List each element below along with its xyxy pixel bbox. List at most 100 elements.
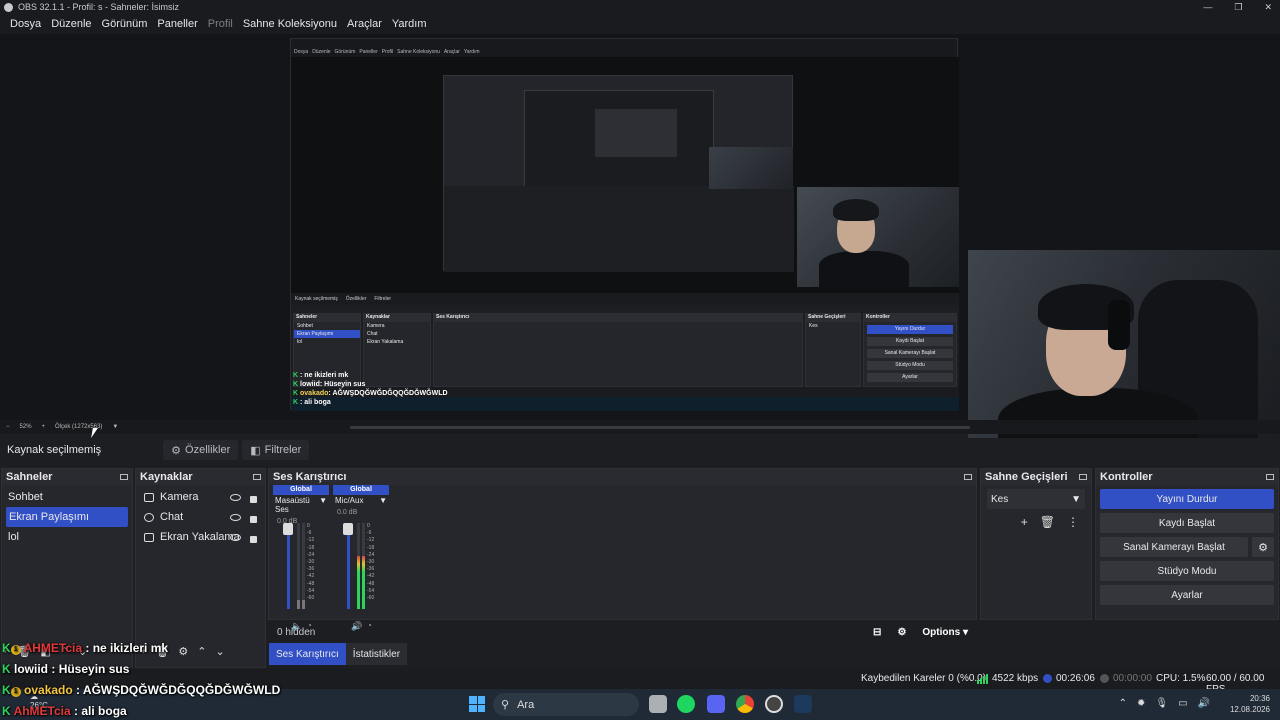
filter-icon: ◧ xyxy=(250,444,261,457)
close-icon[interactable]: ✕ xyxy=(1264,2,1272,13)
volume-slider[interactable] xyxy=(347,523,350,609)
windows-start-icon[interactable] xyxy=(469,696,485,712)
undock-icon[interactable] xyxy=(1266,474,1274,480)
chrome-icon[interactable] xyxy=(736,695,754,713)
menu-file[interactable]: Dosya xyxy=(5,18,46,30)
chat-text: : ali boga xyxy=(74,704,127,718)
tab-stats[interactable]: İstatistikler xyxy=(345,643,408,665)
preview-scrollbar[interactable] xyxy=(350,426,970,429)
lock-icon[interactable] xyxy=(250,536,257,543)
search-icon: ⚲ xyxy=(501,699,510,711)
nested-controls-dock: Kontroller Yayını Durdur Kaydı Başlat Sa… xyxy=(863,313,957,387)
tab-audio-mixer[interactable]: Ses Karıştırıcı xyxy=(269,643,346,665)
bitrate: 4522 kbps xyxy=(977,673,1038,684)
volume-icon[interactable]: 🔊 xyxy=(1198,698,1210,709)
menu-view[interactable]: Görünüm xyxy=(97,18,153,30)
advanced-audio-icon[interactable]: ⚙ xyxy=(897,627,906,638)
settings-button[interactable]: Ayarlar xyxy=(1100,585,1274,605)
trash-icon[interactable]: 🗑 xyxy=(1040,515,1055,529)
channel-menu-icon[interactable]: ▼ xyxy=(379,496,387,505)
discord-icon[interactable] xyxy=(707,695,725,713)
eye-icon[interactable] xyxy=(230,513,241,521)
preview-canvas[interactable]: Dosya Düzenle Görünüm Paneller Profil Sahne K… xyxy=(0,34,1280,448)
monitor-icon xyxy=(144,532,154,542)
menu-edit[interactable]: Düzenle xyxy=(46,18,96,30)
taskbar-clock[interactable]: 20:36 12.08.2026 xyxy=(1230,693,1270,715)
menu-docks[interactable]: Paneller xyxy=(152,18,202,30)
stop-stream-button[interactable]: Yayını Durdur xyxy=(1100,489,1274,509)
task-view-icon[interactable] xyxy=(649,695,667,713)
controls-title: Kontroller xyxy=(1100,471,1153,483)
eye-icon[interactable] xyxy=(230,493,241,501)
properties-button[interactable]: ⚙ Özellikler xyxy=(163,440,239,460)
studio-mode-button[interactable]: Stüdyo Modu xyxy=(1100,561,1274,581)
undock-icon[interactable] xyxy=(253,474,261,480)
nested-webcam-small xyxy=(709,147,793,189)
channel-db: 0.0 dB xyxy=(277,518,298,525)
undock-icon[interactable] xyxy=(120,474,128,480)
hidden-count: 0 hidden xyxy=(277,626,316,638)
menu-tools[interactable]: Araçlar xyxy=(342,18,387,30)
layout-icon[interactable]: ⊟ xyxy=(873,627,881,638)
virtual-camera-button[interactable]: Sanal Kamerayı Başlat xyxy=(1100,537,1248,557)
menu-profile[interactable]: Profil xyxy=(203,18,238,30)
source-item[interactable]: Chat xyxy=(136,507,265,527)
audio-mixer-dock: Ses Karıştırıcı Global Masaüstü Ses ▼ 0.0… xyxy=(268,468,977,631)
obs-icon[interactable] xyxy=(765,695,783,713)
steam-icon[interactable] xyxy=(794,695,812,713)
badge-icon: 1 xyxy=(10,645,21,655)
zoom-in-button[interactable]: + xyxy=(42,424,46,430)
maximize-icon[interactable]: ❐ xyxy=(1234,2,1242,13)
nested-inner-capture-3 xyxy=(595,109,677,157)
mic-icon[interactable]: 🎙 xyxy=(1155,698,1168,709)
meter-level xyxy=(357,555,360,609)
chevron-down-icon: ▼ xyxy=(1071,493,1081,505)
mixer-tabs: Ses Karıştırıcı İstatistikler xyxy=(269,643,408,665)
eye-icon[interactable] xyxy=(230,533,241,541)
spotify-icon[interactable] xyxy=(677,695,695,713)
chat-user: ovakado xyxy=(24,683,73,697)
channel-menu-icon[interactable]: ▼ xyxy=(319,496,327,514)
transitions-dock: Sahne Geçişleri Kes ▼ + 🗑 ⋮ xyxy=(980,468,1092,620)
lock-icon[interactable] xyxy=(250,496,257,503)
mixer-footer: 0 hidden ⊟ ⚙ Options ▾ xyxy=(269,623,976,641)
mouse-cursor-icon xyxy=(91,428,98,438)
scene-item[interactable]: Sohbet xyxy=(2,487,132,507)
webcam-source xyxy=(968,250,1280,448)
source-item[interactable]: Kamera xyxy=(136,487,265,507)
undock-icon[interactable] xyxy=(1079,474,1087,480)
chevron-up-icon[interactable]: ⌃ xyxy=(1119,698,1127,709)
channel-db: 0.0 dB xyxy=(337,509,358,516)
undock-icon[interactable] xyxy=(964,474,972,480)
chat-user: lowiid xyxy=(14,662,49,676)
menu-help[interactable]: Yardım xyxy=(387,18,432,30)
level-meter xyxy=(362,523,365,609)
volume-slider[interactable] xyxy=(287,523,290,609)
system-tray: ⌃ ✹ 🎙 ▭ 🔊 xyxy=(1119,698,1210,709)
badge-icon: 1 xyxy=(10,687,21,697)
monitor-tray-icon[interactable]: ▭ xyxy=(1178,698,1187,709)
scene-item[interactable]: lol xyxy=(2,527,132,547)
chat-text: : AĞWŞDQĞWĞDĞQQĞDĞWĞWLD xyxy=(76,683,281,697)
zoom-dropdown-icon[interactable]: ▼ xyxy=(112,424,118,430)
source-item[interactable]: Ekran Yakalama xyxy=(136,527,265,547)
filters-button[interactable]: ◧ Filtreler xyxy=(242,440,310,460)
zoom-out-button[interactable]: − xyxy=(6,424,10,430)
more-icon[interactable]: ⋮ xyxy=(1067,515,1079,529)
add-icon[interactable]: + xyxy=(1021,515,1028,529)
options-button[interactable]: Options ▾ xyxy=(922,627,968,638)
settings-tray-icon[interactable]: ✹ xyxy=(1137,698,1145,709)
nested-chat: K : ne ikizleri mk K lowiid: Hüseyin sus… xyxy=(293,372,448,406)
kick-icon: K xyxy=(2,641,11,655)
nested-obs-capture: Dosya Düzenle Görünüm Paneller Profil Sahne K… xyxy=(290,38,959,411)
gear-icon[interactable]: ⚙ xyxy=(1252,537,1274,557)
scene-item-selected[interactable]: Ekran Paylaşımı xyxy=(6,507,128,527)
volume-knob[interactable] xyxy=(283,523,293,535)
menu-scene-collection[interactable]: Sahne Koleksiyonu xyxy=(238,18,342,30)
start-record-button[interactable]: Kaydı Başlat xyxy=(1100,513,1274,533)
volume-knob[interactable] xyxy=(343,523,353,535)
lock-icon[interactable] xyxy=(250,516,257,523)
taskbar-search[interactable]: ⚲ Ara xyxy=(493,693,639,716)
transition-select[interactable]: Kes ▼ xyxy=(987,489,1085,509)
minimize-icon[interactable]: — xyxy=(1203,2,1212,12)
